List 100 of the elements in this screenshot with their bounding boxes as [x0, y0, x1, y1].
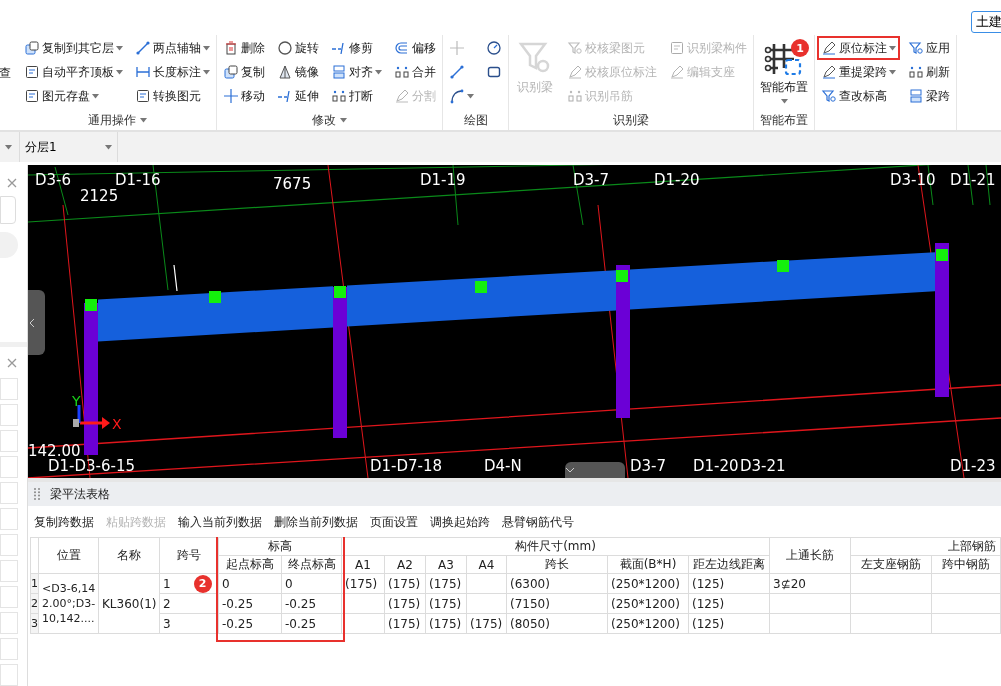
dashed-line-icon — [277, 88, 293, 104]
list-row[interactable] — [0, 586, 18, 608]
ribbon-button[interactable]: 重提梁跨 — [817, 60, 900, 84]
grip-handle[interactable] — [85, 299, 97, 311]
table-cell[interactable]: 3 — [159, 613, 219, 634]
table-cell[interactable]: (6300) — [506, 573, 608, 594]
ribbon-button[interactable]: 原位标注 — [817, 36, 900, 60]
column-header: 上通长筋 — [769, 537, 851, 574]
mode-button[interactable]: 土建 — [971, 11, 1001, 33]
table-cell[interactable]: (175) — [384, 593, 426, 614]
ribbon-button[interactable]: 两点辅轴 — [131, 36, 214, 60]
ribbon-button[interactable]: 长度标注 — [131, 60, 214, 84]
list-row[interactable] — [0, 430, 18, 452]
table-cell[interactable]: -0.25 — [218, 593, 282, 614]
list-row[interactable] — [0, 456, 18, 478]
ribbon-button[interactable]: 转换图元 — [131, 84, 214, 108]
diagonal-line-icon — [135, 40, 151, 56]
table-cell[interactable]: (125) — [688, 573, 770, 594]
grip-handle[interactable] — [334, 286, 346, 298]
ribbon-button[interactable]: 镜像 — [273, 60, 323, 84]
table-cell[interactable]: -0.25 — [281, 593, 342, 614]
toolbar-button[interactable]: 调换起始跨 — [430, 514, 490, 531]
beam[interactable] — [347, 270, 616, 327]
caret-icon[interactable] — [340, 117, 347, 123]
ribbon-button[interactable]: 移动 — [219, 84, 269, 108]
table-cell[interactable]: (175) — [384, 573, 426, 594]
list-row[interactable] — [0, 612, 18, 634]
close-icon[interactable] — [7, 178, 17, 188]
table-cell[interactable]: (175) — [341, 573, 385, 594]
ribbon-label[interactable]: 查 — [0, 65, 18, 82]
ribbon-button[interactable]: 合并 — [390, 60, 440, 84]
panel-tab[interactable] — [0, 196, 16, 224]
ribbon-button[interactable]: 刷新 — [904, 60, 954, 84]
table-cell[interactable]: (250*1200) — [607, 573, 689, 594]
document-icon — [669, 40, 685, 56]
table-cell[interactable]: (175) — [425, 593, 467, 614]
ribbon-button[interactable]: 打断 — [327, 84, 386, 108]
ribbon-button[interactable]: 复制 — [219, 60, 269, 84]
ribbon-button[interactable]: 梁跨 — [904, 84, 954, 108]
table-cell[interactable]: (175) — [425, 573, 467, 594]
table-cell[interactable]: 0 — [281, 573, 342, 594]
table-cell[interactable]: (250*1200) — [607, 613, 689, 634]
grip-handle[interactable] — [475, 281, 487, 293]
ribbon-button[interactable]: 应用 — [904, 36, 954, 60]
table-cell[interactable]: (125) — [688, 613, 770, 634]
caret-icon[interactable] — [139, 117, 147, 123]
ribbon-button[interactable]: 修剪 — [327, 36, 386, 60]
toolbar-button[interactable]: 输入当前列数据 — [178, 514, 262, 531]
dimension-label: 7675 — [273, 175, 312, 193]
rectangles-icon — [331, 64, 347, 80]
list-row[interactable] — [0, 482, 18, 504]
table-cell[interactable]: (8050) — [506, 613, 608, 634]
list-row[interactable] — [0, 664, 18, 686]
list-row[interactable] — [0, 378, 18, 400]
table-cell[interactable]: (7150) — [506, 593, 608, 614]
toolbar-button[interactable]: 悬臂钢筋代号 — [502, 514, 574, 531]
collapse-tab[interactable] — [565, 462, 625, 478]
list-row[interactable] — [0, 508, 18, 530]
ribbon-button[interactable]: 偏移 — [390, 36, 440, 60]
table-cell[interactable]: 0 — [218, 573, 282, 594]
grip-handle[interactable] — [936, 249, 948, 261]
table-cell[interactable]: (175) — [384, 613, 426, 634]
table-cell[interactable]: (175) — [466, 613, 507, 634]
table-cell[interactable]: 2 — [159, 593, 219, 614]
toolbar-button[interactable]: 复制跨数据 — [34, 514, 94, 531]
ribbon-button[interactable]: 图元存盘 — [20, 84, 127, 108]
column-header: 距左边线距离 — [688, 555, 770, 574]
grip-handle[interactable] — [616, 270, 628, 282]
beam[interactable] — [98, 286, 333, 342]
table-cell[interactable]: (250*1200) — [607, 593, 689, 614]
column[interactable] — [935, 243, 949, 397]
drag-handle-icon[interactable] — [34, 488, 40, 500]
table-cell[interactable]: (125) — [688, 593, 770, 614]
table-cell[interactable]: -0.25 — [218, 613, 282, 634]
beam[interactable] — [630, 252, 935, 310]
list-row[interactable] — [0, 638, 18, 660]
ribbon-button[interactable]: 删除 — [219, 36, 269, 60]
toolbar-button[interactable]: 页面设置 — [370, 514, 418, 531]
table-cell[interactable]: 3⊈20 — [769, 573, 851, 594]
grip-handle[interactable] — [777, 260, 789, 272]
grip-handle[interactable] — [209, 291, 221, 303]
table-cell[interactable]: (175) — [425, 613, 467, 634]
toolbar-button[interactable]: 删除当前列数据 — [274, 514, 358, 531]
collapse-tab[interactable] — [28, 290, 45, 355]
column[interactable] — [84, 303, 98, 455]
table-cell[interactable]: -0.25 — [281, 613, 342, 634]
list-row[interactable] — [0, 560, 18, 582]
ribbon-button[interactable]: 旋转 — [273, 36, 323, 60]
ribbon-button[interactable]: 复制到其它层 — [20, 36, 127, 60]
nodes-icon — [908, 64, 924, 80]
group-title: 绘图 — [463, 111, 488, 129]
ribbon-button[interactable]: 延伸 — [273, 84, 323, 108]
ribbon-button[interactable]: 自动平齐顶板 — [20, 60, 127, 84]
ribbon-button[interactable]: 对齐 — [327, 60, 386, 84]
list-row[interactable] — [0, 404, 18, 426]
column[interactable] — [616, 265, 630, 418]
ribbon-button[interactable]: 查改标高 — [817, 84, 900, 108]
list-row[interactable] — [0, 534, 18, 556]
column[interactable] — [333, 287, 347, 438]
close-icon[interactable] — [7, 358, 17, 368]
